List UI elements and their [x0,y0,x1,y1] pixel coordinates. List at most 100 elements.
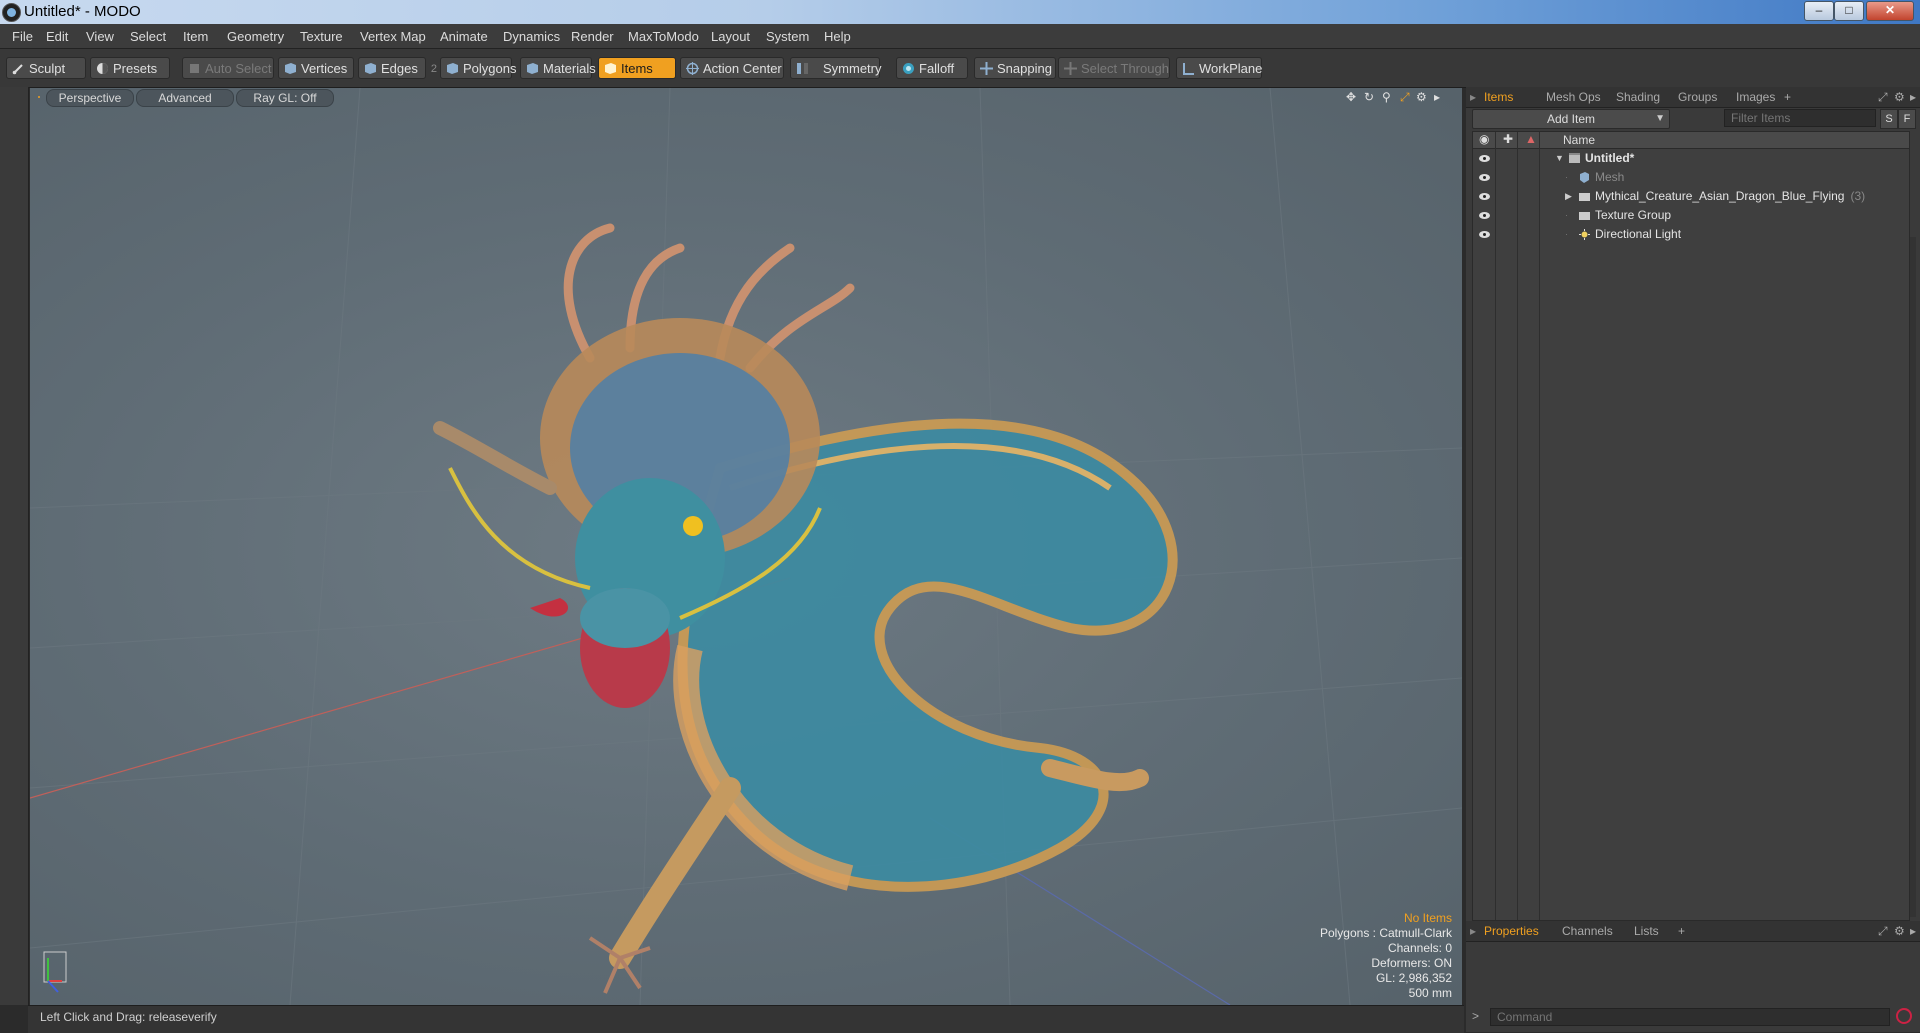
eye-icon[interactable] [1479,231,1490,238]
presets-button[interactable]: Presets [90,57,170,79]
edges-count: 2 [430,63,437,75]
presets-label: Presets [113,61,158,76]
tab-mesh-ops[interactable]: Mesh Ops [1546,90,1601,104]
menu-maxtomodo[interactable]: MaxToModo [628,29,699,44]
perspective-tab[interactable]: Perspective [46,89,134,107]
tree-row-texture-group[interactable]: · Texture Group [1473,206,1909,225]
status-hint: Left Click and Drag: releaseverify [40,1010,217,1024]
edges-label: Edges [381,61,418,76]
menu-animate[interactable]: Animate [440,29,488,44]
visibility-header-icon[interactable]: ◉ [1479,132,1489,146]
tab-add[interactable]: + [1678,924,1685,938]
left-tool-strip[interactable] [0,87,29,1005]
menu-select[interactable]: Select [130,29,166,44]
chevron-right-icon[interactable]: ▸ [1434,90,1440,104]
tab-groups[interactable]: Groups [1678,90,1717,104]
pan-icon[interactable]: ✥ [1346,90,1356,104]
raygl-tab[interactable]: Ray GL: Off [236,89,334,107]
modo-app-icon[interactable] [2,3,21,22]
chevron-right-icon[interactable]: ▸ [1910,90,1916,104]
select-through-label: Select Through [1081,61,1169,76]
3d-viewport[interactable]: Perspective Advanced Ray GL: Off ✥ ↻ ⚲ ⤢… [30,88,1462,1005]
menu-render[interactable]: Render [571,29,614,44]
tab-add[interactable]: + [1784,90,1791,104]
eye-icon[interactable] [1479,174,1490,181]
tree-row-dragon[interactable]: ▶ Mythical_Creature_Asian_Dragon_Blue_Fl… [1473,187,1909,206]
panel-menu-icon[interactable]: ▸ [1470,90,1476,104]
close-button[interactable]: ✕ [1866,1,1914,21]
edges-button[interactable]: Edges 2 [358,57,437,79]
menu-system[interactable]: System [766,29,809,44]
materials-button[interactable]: Materials [520,57,596,79]
eye-icon[interactable] [1479,155,1490,162]
auto-select-button[interactable]: Auto Select [182,57,274,79]
expand-icon[interactable]: ⤢ [1878,924,1888,939]
zoom-icon[interactable]: ⚲ [1382,90,1391,104]
chevron-right-icon[interactable]: ▸ [1910,924,1916,938]
viewport-menu-dot[interactable] [38,96,40,98]
menu-geometry[interactable]: Geometry [227,29,284,44]
menu-file[interactable]: File [12,29,33,44]
vertices-button[interactable]: Vertices [278,57,354,79]
falloff-button[interactable]: Falloff [896,57,968,79]
tree-row-directional-light[interactable]: · Directional Light [1473,225,1909,244]
render-header-icon[interactable]: ▲ [1525,132,1537,146]
tab-properties[interactable]: Properties [1484,924,1539,938]
dragon-model[interactable] [433,223,1178,994]
filter-items-input[interactable] [1724,109,1876,127]
gear-icon[interactable]: ⚙ [1416,90,1427,104]
menu-texture[interactable]: Texture [300,29,343,44]
tab-channels[interactable]: Channels [1562,924,1613,938]
tree-row-untitled[interactable]: ▼ Untitled* [1473,149,1909,168]
menu-view[interactable]: View [86,29,114,44]
gear-icon[interactable]: ⚙ [1894,90,1905,104]
menu-help[interactable]: Help [824,29,851,44]
eye-icon[interactable] [1479,212,1490,219]
tree-label: Untitled* [1585,151,1635,165]
expand-icon[interactable]: ⤢ [1878,90,1888,105]
tab-items[interactable]: Items [1484,90,1513,104]
chevron-down-icon[interactable]: ▼ [1555,149,1564,168]
fit-icon[interactable]: ⤢ [1400,90,1410,105]
tree-scrollbar[interactable] [1910,237,1916,917]
menu-vertex-map[interactable]: Vertex Map [360,29,426,44]
menu-edit[interactable]: Edit [46,29,68,44]
maximize-button[interactable]: □ [1834,1,1864,21]
tree-label: Directional Light [1595,227,1682,241]
symmetry-button[interactable]: Symmetry [790,57,882,79]
workplane-button[interactable]: WorkPlane [1176,57,1262,79]
polygons-button[interactable]: Polygons [440,57,516,79]
sculpt-label: Sculpt [29,61,66,76]
chevron-right-icon[interactable]: ▶ [1565,187,1572,206]
lock-header-icon[interactable]: ✚ [1503,132,1513,146]
s-button[interactable]: S [1880,109,1898,129]
scene-icon [1569,153,1580,163]
menu-item[interactable]: Item [183,29,208,44]
f-button[interactable]: F [1898,109,1916,129]
minimize-button[interactable]: – [1804,1,1834,21]
eye-icon[interactable] [1479,193,1490,200]
tab-shading[interactable]: Shading [1616,90,1660,104]
tab-images[interactable]: Images [1736,90,1775,104]
select-through-button[interactable]: Select Through [1058,57,1170,79]
tree-row-mesh[interactable]: · Mesh [1473,168,1909,187]
group-icon [1579,212,1590,220]
tab-lists[interactable]: Lists [1634,924,1659,938]
gear-icon[interactable]: ⚙ [1894,924,1905,938]
record-icon[interactable] [1896,1008,1912,1024]
advanced-tab[interactable]: Advanced [136,89,234,107]
menu-layout[interactable]: Layout [711,29,750,44]
add-item-button[interactable]: Add Item ▼ [1472,109,1670,129]
brush-icon [12,64,23,75]
viewport-controls: ✥ ↻ ⚲ ⤢ ⚙ ▸ [1346,90,1446,106]
command-input[interactable] [1490,1008,1890,1026]
name-column-header[interactable]: Name [1563,133,1595,147]
action-center-button[interactable]: Action Center [680,57,784,79]
panel-menu-icon[interactable]: ▸ [1470,924,1476,938]
items-mode-button[interactable]: Items [598,57,676,79]
menu-dynamics[interactable]: Dynamics [503,29,560,44]
rotate-icon[interactable]: ↻ [1364,90,1374,104]
snapping-button[interactable]: Snapping [974,57,1056,79]
sculpt-button[interactable]: Sculpt [6,57,86,79]
title-bar: Untitled* - MODO – □ ✕ [0,0,1920,24]
